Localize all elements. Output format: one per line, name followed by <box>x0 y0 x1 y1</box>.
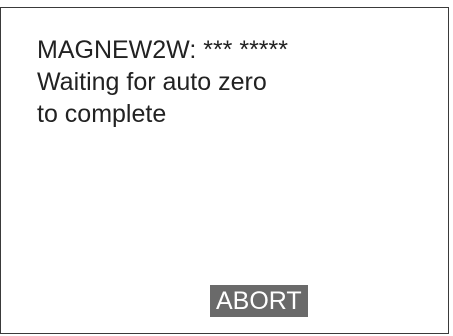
status-message: MAGNEW2W: *** ***** Waiting for auto zer… <box>37 34 288 130</box>
message-line-2: to complete <box>37 100 167 128</box>
device-title: MAGNEW2W: *** ***** <box>37 36 288 64</box>
abort-button[interactable]: ABORT <box>210 285 308 317</box>
status-screen: MAGNEW2W: *** ***** Waiting for auto zer… <box>0 7 449 334</box>
message-line-1: Waiting for auto zero <box>37 68 267 96</box>
